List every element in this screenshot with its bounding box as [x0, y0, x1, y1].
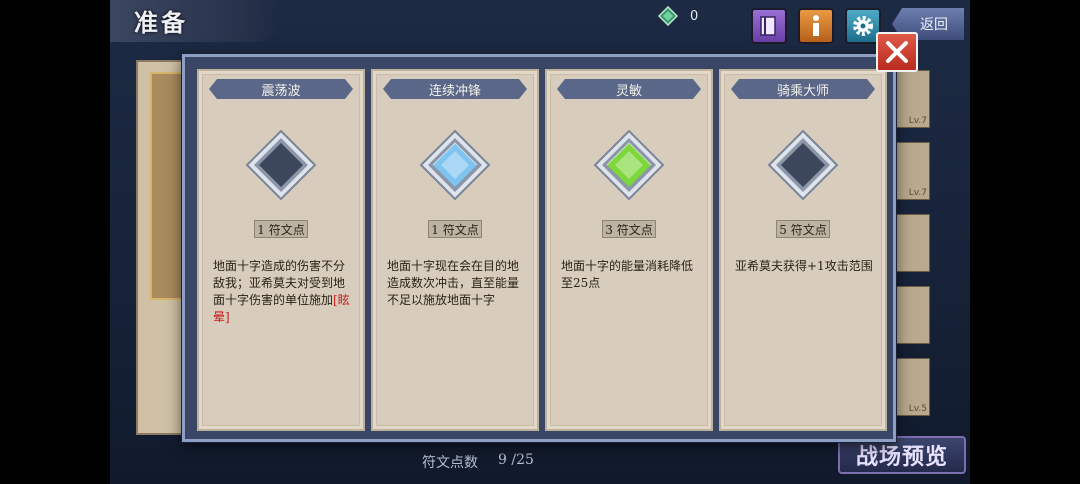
rune-card-title: 震荡波 [209, 79, 353, 99]
rune-description: 亚希莫夫获得+1攻击范围 [735, 258, 873, 275]
info-icon [813, 15, 819, 36]
game-screen: 准备 0 返回 Lv.7 Lv.7 Lv.5 符文点数 9 /25 战场预览 震… [110, 0, 970, 484]
rune-description-text: 地面十字的能量消耗降低至25点 [561, 259, 694, 290]
skill-slot[interactable] [894, 286, 930, 344]
close-icon [886, 41, 908, 63]
rune-cost-badge: 3 符文点 [602, 220, 656, 238]
rune-cost-badge: 5 符文点 [776, 220, 830, 238]
hero-portrait [150, 72, 184, 300]
rune-cost-badge: 1 符文点 [428, 220, 482, 238]
rune-card[interactable]: 连续冲锋 1 符文点 地面十字现在会在目的地造成数次冲击，直至能量不足以施放地面… [371, 69, 539, 431]
rune-cost-badge: 1 符文点 [254, 220, 308, 238]
rune-gem-icon [593, 129, 665, 201]
skill-slot[interactable]: Lv.7 [894, 70, 930, 128]
rune-gem-icon [767, 129, 839, 201]
close-button[interactable] [876, 32, 918, 72]
page-title: 准备 [134, 8, 188, 37]
rune-points: 符文点数 9 /25 [422, 452, 534, 472]
title-banner: 准备 [110, 0, 280, 42]
rune-points-label: 符文点数 [422, 455, 478, 471]
rune-cards: 震荡波 1 符文点 地面十字造成的伤害不分敌我；亚希莫夫对受到地面十字伤害的单位… [197, 69, 887, 431]
back-label: 返回 [920, 17, 948, 33]
book-icon [760, 16, 776, 36]
battle-preview-label: 战场预览 [855, 444, 948, 470]
book-button[interactable] [751, 8, 787, 44]
gear-icon [853, 16, 873, 36]
rune-gem-icon [245, 129, 317, 201]
skill-slot[interactable]: Lv.5 [894, 358, 930, 416]
rune-card[interactable]: 震荡波 1 符文点 地面十字造成的伤害不分敌我；亚希莫夫对受到地面十字伤害的单位… [197, 69, 365, 431]
gem-icon [658, 6, 678, 26]
skill-slot[interactable] [894, 214, 930, 272]
gem-counter: 0 [658, 6, 698, 26]
rune-description: 地面十字造成的伤害不分敌我；亚希莫夫对受到地面十字伤害的单位施加[眩晕] [213, 258, 351, 326]
slot-level: Lv.7 [908, 188, 927, 198]
rune-modal: 震荡波 1 符文点 地面十字造成的伤害不分敌我；亚希莫夫对受到地面十字伤害的单位… [182, 54, 896, 442]
rune-description-text: 地面十字现在会在目的地造成数次冲击，直至能量不足以施放地面十字 [387, 259, 520, 307]
rune-card[interactable]: 灵敏 3 符文点 地面十字的能量消耗降低至25点 [545, 69, 713, 431]
rune-description: 地面十字现在会在目的地造成数次冲击，直至能量不足以施放地面十字 [387, 258, 525, 309]
rune-card-title: 连续冲锋 [383, 79, 527, 99]
rune-description: 地面十字的能量消耗降低至25点 [561, 258, 699, 292]
rune-card[interactable]: 骑乘大师 5 符文点 亚希莫夫获得+1攻击范围 [719, 69, 887, 431]
skill-slot-column: Lv.7 Lv.7 Lv.5 [894, 62, 934, 422]
info-button[interactable] [798, 8, 834, 44]
slot-level: Lv.7 [908, 116, 927, 126]
rune-points-value: 9 /25 [498, 452, 534, 468]
rune-description-text: 地面十字造成的伤害不分敌我；亚希莫夫对受到地面十字伤害的单位施加 [213, 259, 346, 307]
skill-slot[interactable]: Lv.7 [894, 142, 930, 200]
gem-count-value: 0 [690, 8, 699, 24]
slot-level: Lv.5 [908, 404, 927, 414]
rune-description-text: 亚希莫夫获得+1攻击范围 [735, 259, 873, 273]
rune-gem-icon [419, 129, 491, 201]
rune-card-title: 灵敏 [557, 79, 701, 99]
rune-card-title: 骑乘大师 [731, 79, 875, 99]
